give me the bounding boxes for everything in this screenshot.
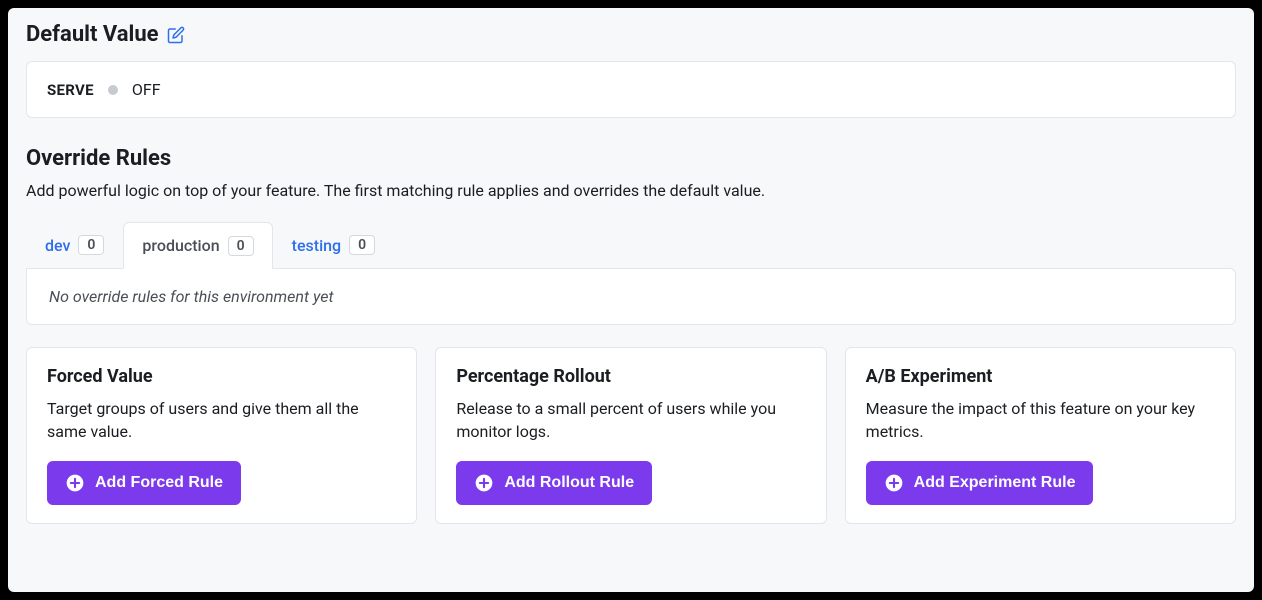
tab-content-empty-message: No override rules for this environment y… (26, 268, 1236, 325)
add-rollout-rule-button[interactable]: Add Rollout Rule (456, 461, 652, 505)
card-ab-experiment-title: A/B Experiment (866, 366, 1215, 387)
serve-value: OFF (132, 80, 161, 99)
card-forced-value-title: Forced Value (47, 366, 396, 387)
card-forced-value-desc: Target groups of users and give them all… (47, 397, 396, 443)
tab-dev-label: dev (45, 236, 70, 255)
tab-dev[interactable]: dev 0 (26, 222, 123, 268)
add-experiment-rule-button[interactable]: Add Experiment Rule (866, 461, 1094, 505)
default-value-title: Default Value (26, 22, 159, 47)
add-rollout-rule-label: Add Rollout Rule (504, 474, 634, 492)
serve-label: SERVE (47, 81, 94, 99)
card-forced-value: Forced Value Target groups of users and … (26, 347, 417, 524)
card-ab-experiment: A/B Experiment Measure the impact of thi… (845, 347, 1236, 524)
page-container: Default Value SERVE OFF Override Rules A… (8, 8, 1254, 592)
card-percentage-rollout-title: Percentage Rollout (456, 366, 805, 387)
plus-circle-icon (65, 473, 85, 493)
add-forced-rule-button[interactable]: Add Forced Rule (47, 461, 241, 505)
serve-box: SERVE OFF (26, 61, 1236, 118)
tab-production[interactable]: production 0 (123, 222, 272, 269)
tab-production-label: production (142, 236, 219, 255)
add-forced-rule-label: Add Forced Rule (95, 474, 223, 492)
default-value-header: Default Value (26, 22, 1236, 47)
card-percentage-rollout-desc: Release to a small percent of users whil… (456, 397, 805, 443)
tab-production-count: 0 (228, 236, 254, 256)
rule-cards-row: Forced Value Target groups of users and … (26, 347, 1236, 524)
add-experiment-rule-label: Add Experiment Rule (914, 474, 1076, 492)
environment-tabs: dev 0 production 0 testing 0 No override… (26, 222, 1236, 325)
status-dot-icon (108, 85, 118, 95)
card-percentage-rollout: Percentage Rollout Release to a small pe… (435, 347, 826, 524)
card-ab-experiment-desc: Measure the impact of this feature on yo… (866, 397, 1215, 443)
override-rules-title: Override Rules (26, 146, 1236, 171)
edit-icon[interactable] (167, 26, 185, 44)
plus-circle-icon (884, 473, 904, 493)
tab-testing-count: 0 (349, 235, 375, 255)
tab-dev-count: 0 (78, 235, 104, 255)
tab-testing[interactable]: testing 0 (273, 222, 395, 268)
override-rules-subtitle: Add powerful logic on top of your featur… (26, 181, 1236, 200)
tabs-row: dev 0 production 0 testing 0 (26, 222, 1236, 268)
plus-circle-icon (474, 473, 494, 493)
tab-testing-label: testing (292, 236, 342, 255)
